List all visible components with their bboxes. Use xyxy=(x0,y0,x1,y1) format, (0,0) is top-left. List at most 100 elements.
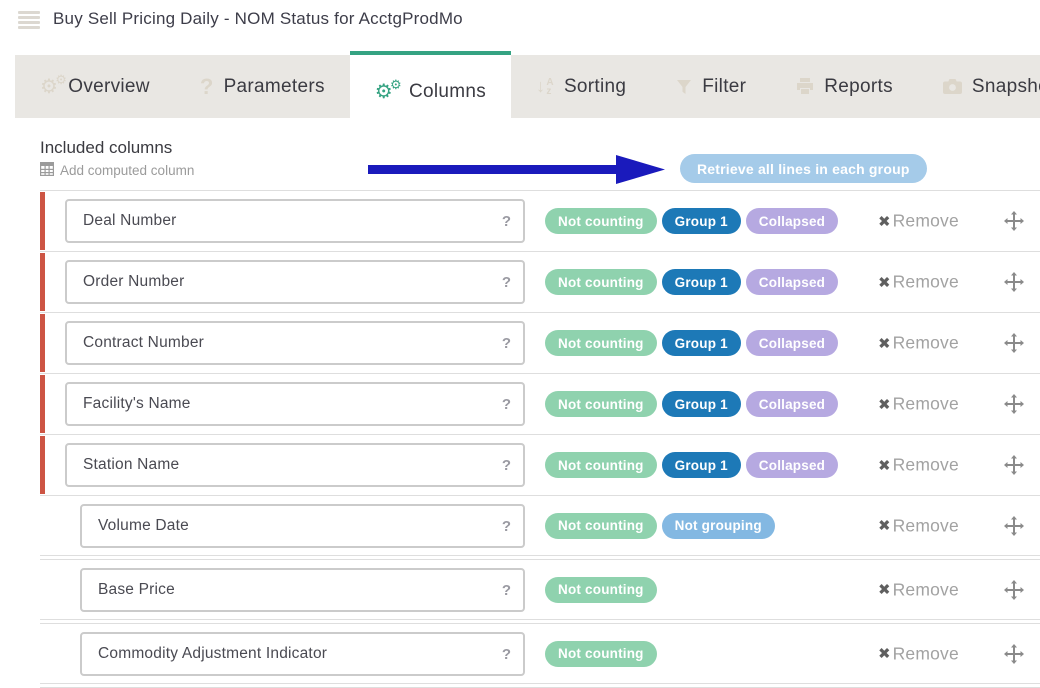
column-name-field[interactable]: Station Name ? xyxy=(65,443,525,487)
remove-label: Remove xyxy=(893,579,959,600)
move-handle-icon[interactable] xyxy=(1004,211,1024,231)
move-handle-icon[interactable] xyxy=(1004,516,1024,536)
group-indicator-bar xyxy=(40,192,45,250)
badge-group-container: Not counting xyxy=(545,641,657,667)
remove-button[interactable]: ✖ Remove xyxy=(878,211,959,232)
group-indicator-bar xyxy=(40,375,45,433)
badge-not-counting[interactable]: Not counting xyxy=(545,452,657,478)
remove-x-icon: ✖ xyxy=(878,334,891,352)
badge-group-container: Not counting Group 1 Collapsed xyxy=(545,208,838,234)
sort-alpha-icon: ↓Az xyxy=(536,76,554,97)
help-icon[interactable]: ? xyxy=(502,457,511,474)
calculator-icon xyxy=(40,162,54,179)
badge-collapsed[interactable]: Collapsed xyxy=(746,208,838,234)
badge-not-counting[interactable]: Not counting xyxy=(545,330,657,356)
help-icon[interactable]: ? xyxy=(502,274,511,291)
remove-button[interactable]: ✖ Remove xyxy=(878,333,959,354)
move-handle-icon[interactable] xyxy=(1004,333,1024,353)
badge-collapsed[interactable]: Collapsed xyxy=(746,269,838,295)
remove-button[interactable]: ✖ Remove xyxy=(878,455,959,476)
column-row-order-number: Order Number ? Not counting Group 1 Coll… xyxy=(40,251,1040,312)
column-row-contract-number: Contract Number ? Not counting Group 1 C… xyxy=(40,312,1040,373)
remove-label: Remove xyxy=(893,211,959,232)
badge-group-container: Not counting Group 1 Collapsed xyxy=(545,452,838,478)
column-row-base-price: Base Price ? Not counting ✖ Remove xyxy=(40,559,1040,620)
badge-group-container: Not counting Group 1 Collapsed xyxy=(545,269,838,295)
group-indicator-bar xyxy=(40,436,45,494)
tab-label: Sorting xyxy=(564,76,626,98)
column-name: Commodity Adjustment Indicator xyxy=(82,645,327,663)
column-row-station-name: Station Name ? Not counting Group 1 Coll… xyxy=(40,434,1040,495)
remove-button[interactable]: ✖ Remove xyxy=(878,272,959,293)
column-name: Station Name xyxy=(67,456,179,474)
tab-reports[interactable]: Reports xyxy=(771,55,918,118)
badge-not-counting[interactable]: Not counting xyxy=(545,269,657,295)
help-icon[interactable]: ? xyxy=(502,518,511,535)
help-icon[interactable]: ? xyxy=(502,646,511,663)
badge-not-counting[interactable]: Not counting xyxy=(545,208,657,234)
tab-columns[interactable]: ⚙⚙ Columns xyxy=(350,51,511,128)
retrieve-all-lines-label: Retrieve all lines in each group xyxy=(697,161,910,177)
badge-group-1[interactable]: Group 1 xyxy=(662,391,741,417)
column-row-commodity-adjustment-indicator: Commodity Adjustment Indicator ? Not cou… xyxy=(40,623,1040,684)
tab-sorting[interactable]: ↓Az Sorting xyxy=(511,55,651,118)
badge-not-counting[interactable]: Not counting xyxy=(545,513,657,539)
badge-group-1[interactable]: Group 1 xyxy=(662,208,741,234)
remove-button[interactable]: ✖ Remove xyxy=(878,515,959,536)
tab-filter[interactable]: Filter xyxy=(651,55,771,118)
column-name-field[interactable]: Deal Number ? xyxy=(65,199,525,243)
gears-icon: ⚙⚙ xyxy=(375,82,393,102)
tab-snapshots[interactable]: Snapshots xyxy=(918,55,1040,118)
retrieve-all-lines-button[interactable]: Retrieve all lines in each group xyxy=(680,154,927,183)
camera-icon xyxy=(943,79,962,94)
badge-not-counting[interactable]: Not counting xyxy=(545,641,657,667)
page-title: Buy Sell Pricing Daily - NOM Status for … xyxy=(53,9,463,29)
column-name-field[interactable]: Contract Number ? xyxy=(65,321,525,365)
badge-group-container: Not counting Group 1 Collapsed xyxy=(545,391,838,417)
included-columns-heading: Included columns xyxy=(40,138,172,158)
annotation-arrow-icon xyxy=(366,148,668,190)
move-handle-icon[interactable] xyxy=(1004,644,1024,664)
move-handle-icon[interactable] xyxy=(1004,455,1024,475)
group-indicator-bar xyxy=(40,253,45,311)
page-header: Buy Sell Pricing Daily - NOM Status for … xyxy=(18,9,463,29)
column-name-field[interactable]: Volume Date ? xyxy=(80,504,525,548)
remove-x-icon: ✖ xyxy=(878,645,891,663)
funnel-icon xyxy=(676,79,692,95)
remove-label: Remove xyxy=(893,272,959,293)
badge-collapsed[interactable]: Collapsed xyxy=(746,330,838,356)
column-name-field[interactable]: Order Number ? xyxy=(65,260,525,304)
help-icon[interactable]: ? xyxy=(502,582,511,599)
badge-collapsed[interactable]: Collapsed xyxy=(746,452,838,478)
remove-button[interactable]: ✖ Remove xyxy=(878,394,959,415)
move-handle-icon[interactable] xyxy=(1004,394,1024,414)
help-icon[interactable]: ? xyxy=(502,335,511,352)
badge-group-container: Not counting xyxy=(545,577,657,603)
badge-group-1[interactable]: Group 1 xyxy=(662,330,741,356)
badge-collapsed[interactable]: Collapsed xyxy=(746,391,838,417)
badge-not-grouping[interactable]: Not grouping xyxy=(662,513,775,539)
badge-group-1[interactable]: Group 1 xyxy=(662,452,741,478)
tab-overview[interactable]: ⚙⚙ Overview xyxy=(15,55,175,118)
move-handle-icon[interactable] xyxy=(1004,272,1024,292)
column-name: Contract Number xyxy=(67,334,204,352)
add-computed-column-button[interactable]: Add computed column xyxy=(40,162,194,179)
badge-not-counting[interactable]: Not counting xyxy=(545,391,657,417)
help-icon[interactable]: ? xyxy=(502,396,511,413)
badge-not-counting[interactable]: Not counting xyxy=(545,577,657,603)
list-icon xyxy=(18,9,40,29)
tab-label: Snapshots xyxy=(972,76,1040,98)
remove-button[interactable]: ✖ Remove xyxy=(878,579,959,600)
remove-button[interactable]: ✖ Remove xyxy=(878,643,959,664)
column-name-field[interactable]: Facility's Name ? xyxy=(65,382,525,426)
badge-group-1[interactable]: Group 1 xyxy=(662,269,741,295)
column-name-field[interactable]: Commodity Adjustment Indicator ? xyxy=(80,632,525,676)
move-handle-icon[interactable] xyxy=(1004,580,1024,600)
remove-x-icon: ✖ xyxy=(878,456,891,474)
help-icon[interactable]: ? xyxy=(502,213,511,230)
tab-label: Parameters xyxy=(224,76,325,98)
badge-group-container: Not counting Not grouping xyxy=(545,513,775,539)
tab-bar: ⚙⚙ Overview ? Parameters ⚙⚙ Columns ↓Az … xyxy=(15,55,1040,118)
tab-parameters[interactable]: ? Parameters xyxy=(175,55,350,118)
column-name-field[interactable]: Base Price ? xyxy=(80,568,525,612)
